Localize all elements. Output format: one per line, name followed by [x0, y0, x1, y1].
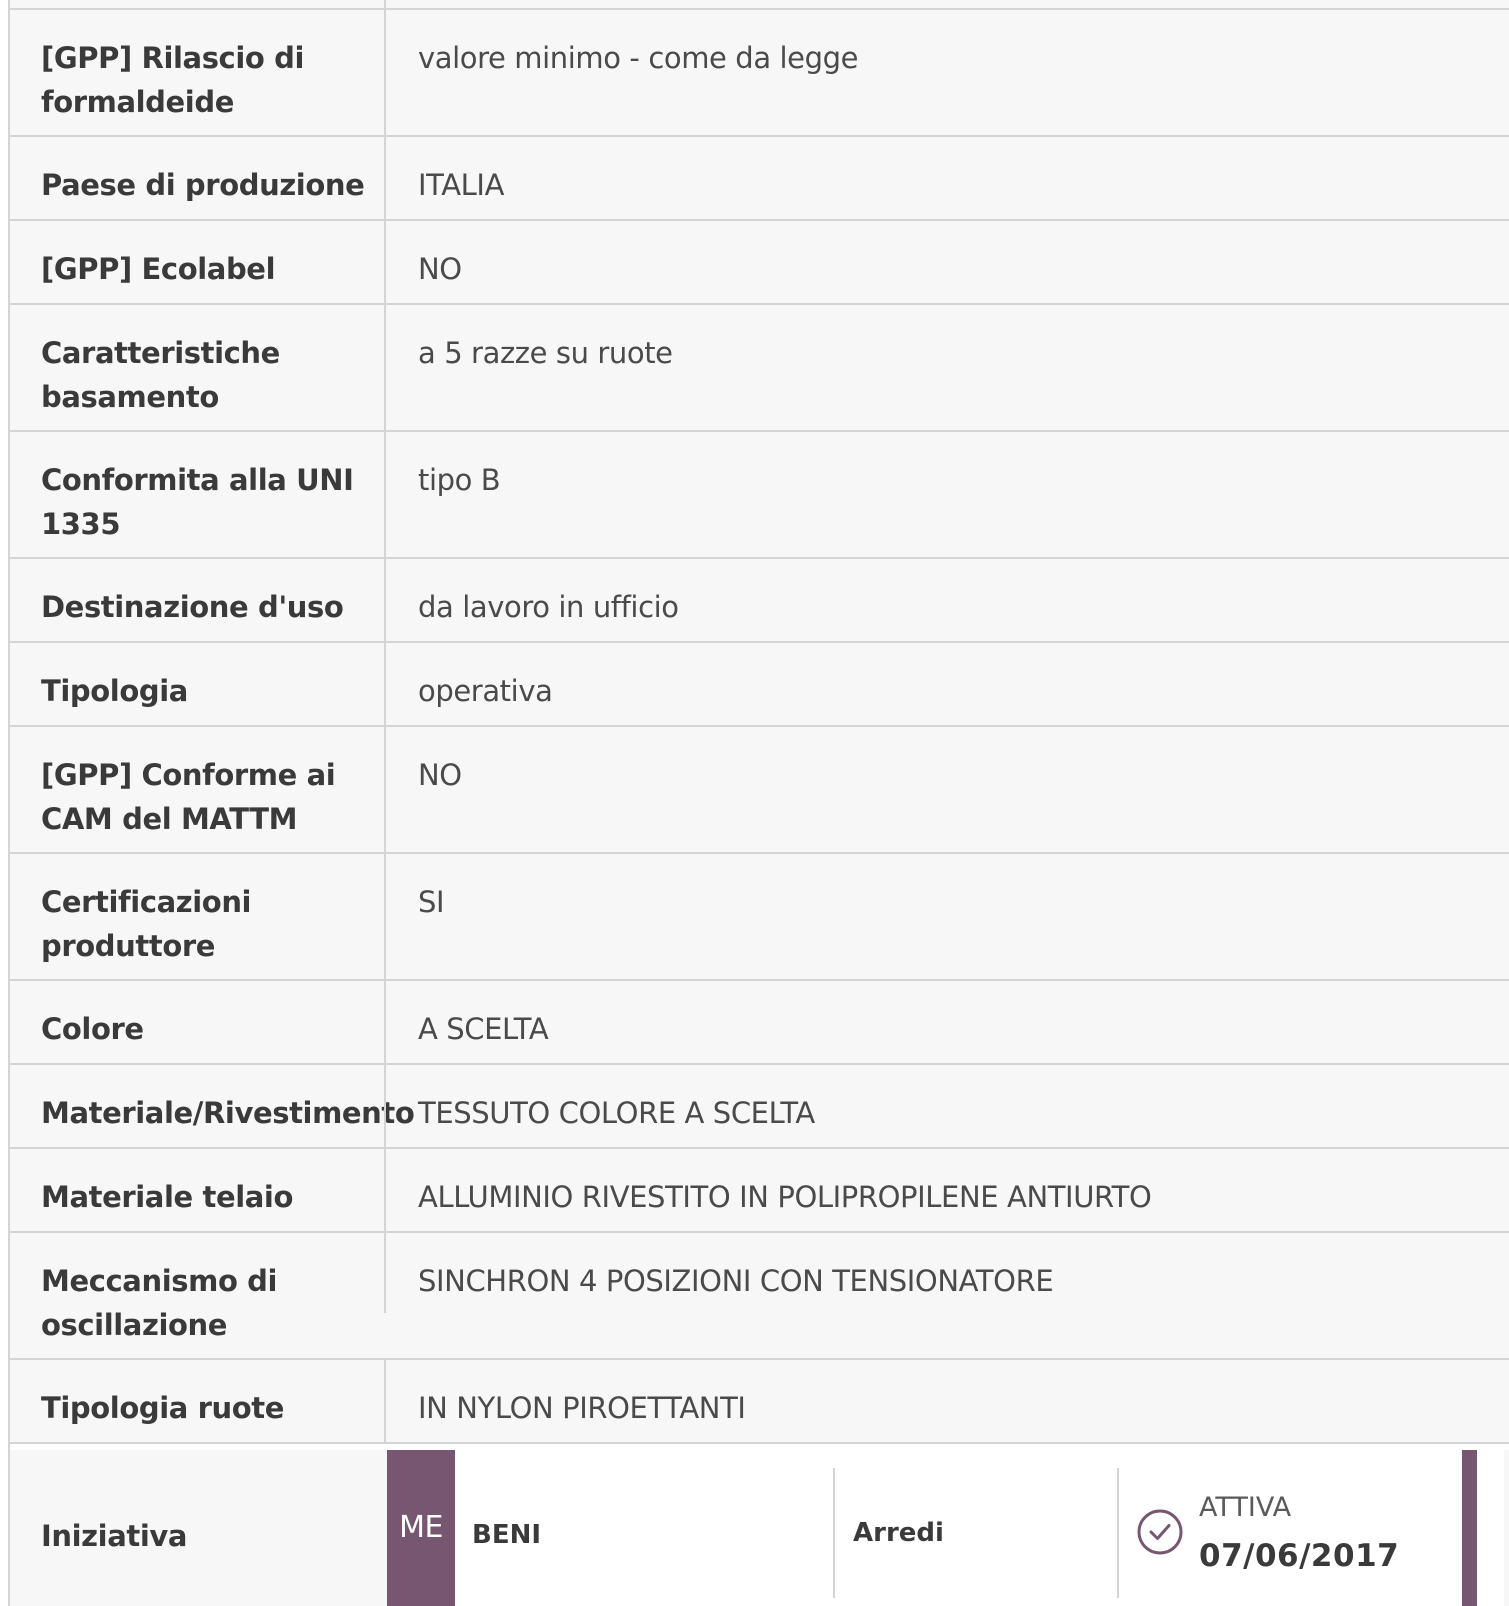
spec-label: [GPP] Rilascio di formaldeide — [41, 41, 305, 119]
spec-row-cam-mattm: [GPP] Conforme ai CAM del MATTM NO — [10, 727, 1509, 854]
status-cell — [1139, 1450, 1504, 1606]
column-divider — [384, 0, 386, 10]
spec-label: Caratteristiche basamento — [41, 336, 280, 414]
column-divider — [384, 1149, 386, 1231]
spec-row-ruote: Tipologia ruote IN NYLON PIROETTANTI — [10, 1360, 1509, 1444]
column-divider — [384, 137, 386, 219]
spec-value: tipo B — [418, 463, 501, 497]
spec-label: Meccanismo di oscillazione — [41, 1264, 278, 1342]
spec-row-paese-produzione: Paese di produzione ITALIA — [10, 137, 1509, 221]
specs-table: [GPP] Rilascio di formaldeide valore min… — [10, 10, 1509, 1444]
spec-value: valore minimo - come da legge — [418, 41, 859, 75]
spec-label: Materiale/Rivestimento — [41, 1096, 415, 1130]
spec-value: da lavoro in ufficio — [418, 590, 679, 624]
accent-bar — [1462, 1450, 1477, 1606]
spec-value: ALLUMINIO RIVESTITO IN POLIPROPILENE ANT… — [418, 1180, 1152, 1214]
spec-row-certificazioni: Certificazioni produttore SI — [10, 854, 1509, 981]
activation-date: 07/06/2017 — [1199, 1538, 1400, 1574]
spec-value: NO — [418, 252, 462, 286]
column-divider — [384, 305, 386, 430]
column-divider — [384, 432, 386, 557]
subcategory-label: Arredi — [853, 1518, 944, 1548]
product-detail-sheet: [GPP] Rilascio di formaldeide valore min… — [0, 0, 1509, 1606]
status-badge: ATTIVA — [1199, 1492, 1292, 1523]
spec-value: a 5 razze su ruote — [418, 336, 673, 370]
column-divider — [384, 981, 386, 1063]
spec-row-uni-1335: Conformita alla UNI 1335 tipo B — [10, 432, 1509, 559]
spec-value: SI — [418, 885, 445, 919]
spec-label: [GPP] Conforme ai CAM del MATTM — [41, 758, 336, 836]
spec-label: Paese di produzione — [41, 168, 365, 202]
iniziativa-row: Iniziativa ME BENI Arredi ATTIVA 07/06/2… — [10, 1450, 1509, 1606]
column-divider — [384, 643, 386, 725]
spec-value: ITALIA — [418, 168, 505, 202]
spec-value: TESSUTO COLORE A SCELTA — [418, 1096, 815, 1130]
me-badge: ME — [387, 1450, 455, 1606]
previous-row-stub — [10, 0, 1509, 10]
spec-row-ecolabel: [GPP] Ecolabel NO — [10, 221, 1509, 305]
spec-value: A SCELTA — [418, 1012, 549, 1046]
spec-label: Tipologia ruote — [41, 1391, 285, 1425]
spec-label: Conformita alla UNI 1335 — [41, 463, 354, 541]
spec-row-rivestimento: Materiale/Rivestimento TESSUTO COLORE A … — [10, 1065, 1509, 1149]
column-divider — [384, 559, 386, 641]
column-divider — [384, 221, 386, 303]
spec-row-tipologia: Tipologia operativa — [10, 643, 1509, 727]
column-divider — [384, 1360, 386, 1442]
spec-row-oscillazione: Meccanismo di oscillazione SINCHRON 4 PO… — [10, 1233, 1509, 1360]
spec-value: IN NYLON PIROETTANTI — [418, 1391, 746, 1425]
spec-value: NO — [418, 758, 462, 792]
column-divider — [384, 10, 386, 135]
spec-label: Colore — [41, 1012, 144, 1046]
spec-row-telaio: Materiale telaio ALLUMINIO RIVESTITO IN … — [10, 1149, 1509, 1233]
spec-row-colore: Colore A SCELTA — [10, 981, 1509, 1065]
spec-value: operativa — [418, 674, 553, 708]
category-label: BENI — [472, 1520, 542, 1550]
spec-row-destinazione-uso: Destinazione d'uso da lavoro in ufficio — [10, 559, 1509, 643]
cell-separator — [833, 1468, 835, 1598]
spec-label: Destinazione d'uso — [41, 590, 344, 624]
spec-label: Certificazioni produttore — [41, 885, 252, 963]
column-divider — [384, 1065, 386, 1147]
column-divider — [384, 727, 386, 852]
spec-row-basamento: Caratteristiche basamento a 5 razze su r… — [10, 305, 1509, 432]
iniziativa-label: Iniziativa — [41, 1519, 188, 1553]
column-divider — [384, 1233, 386, 1313]
spec-row-formaldeide: [GPP] Rilascio di formaldeide valore min… — [10, 10, 1509, 137]
check-circle-icon — [1137, 1509, 1183, 1555]
spec-label: [GPP] Ecolabel — [41, 252, 276, 286]
column-divider — [384, 854, 386, 979]
spec-label: Materiale telaio — [41, 1180, 293, 1214]
spec-label: Tipologia — [41, 674, 188, 708]
cell-separator — [1117, 1468, 1119, 1598]
spec-value: SINCHRON 4 POSIZIONI CON TENSIONATORE — [418, 1264, 1054, 1298]
